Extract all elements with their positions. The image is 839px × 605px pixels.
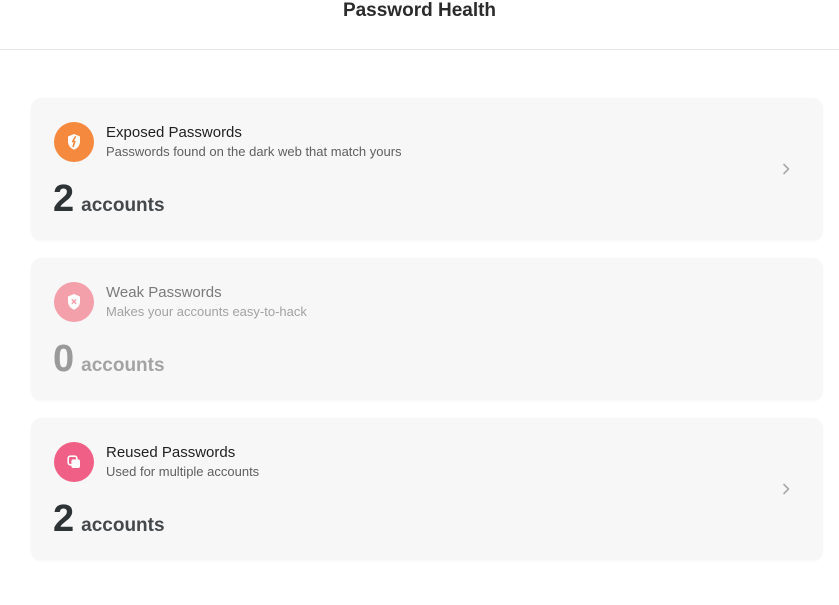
count-number: 2 (53, 178, 75, 220)
card-subtitle: Passwords found on the dark web that mat… (106, 144, 402, 159)
card-subtitle: Makes your accounts easy-to-hack (106, 304, 307, 319)
copy-icon (54, 442, 94, 482)
weak-passwords-card: Weak Passwords Makes your accounts easy-… (31, 258, 823, 400)
card-title: Weak Passwords (106, 284, 222, 301)
shield-x-icon (54, 282, 94, 322)
header: Password Health (0, 0, 839, 50)
chevron-right-icon[interactable] (779, 482, 793, 496)
card-subtitle: Used for multiple accounts (106, 464, 260, 479)
reused-passwords-card[interactable]: Reused Passwords Used for multiple accou… (31, 418, 823, 560)
card-title: Exposed Passwords (106, 124, 242, 141)
account-count: 2 accounts (53, 496, 165, 542)
page-title: Password Health (342, 0, 497, 21)
chevron-right-icon[interactable] (779, 162, 793, 176)
count-number: 2 (53, 498, 75, 540)
count-number: 0 (53, 338, 75, 380)
count-unit: accounts (81, 195, 165, 216)
account-count: 2 accounts (53, 176, 165, 222)
card-title: Reused Passwords (106, 444, 236, 461)
account-count: 0 accounts (53, 336, 165, 382)
exposed-passwords-card[interactable]: Exposed Passwords Passwords found on the… (31, 98, 823, 240)
broken-shield-icon (54, 122, 94, 162)
count-unit: accounts (81, 355, 165, 376)
count-unit: accounts (81, 515, 165, 536)
